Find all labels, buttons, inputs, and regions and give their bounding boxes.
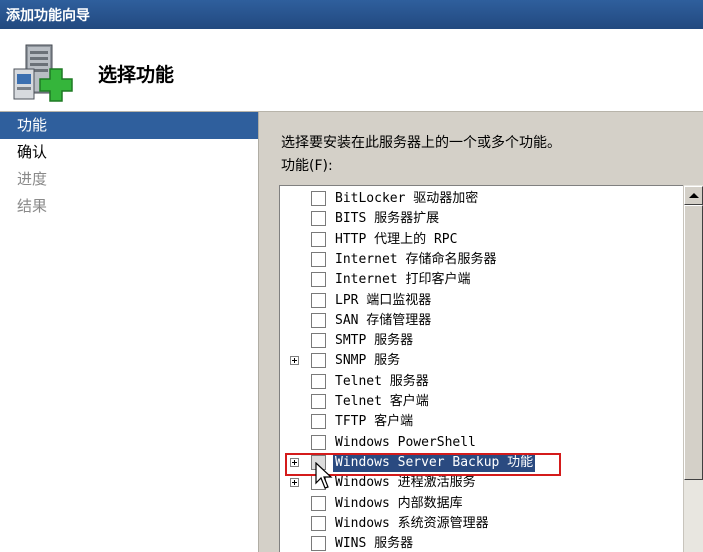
feature-row[interactable]: Telnet 客户端 (280, 392, 684, 412)
feature-label: Telnet 服务器 (335, 373, 429, 389)
feature-checkbox[interactable] (311, 353, 326, 369)
feature-row[interactable]: SNMP 服务 (280, 351, 684, 371)
features-tree[interactable]: BitLocker 驱动器加密 BITS 服务器扩展 HTTP 代理上的 RPC In… (279, 185, 703, 552)
feature-checkbox[interactable] (311, 394, 326, 409)
feature-checkbox[interactable] (311, 211, 326, 227)
feature-label: TFTP 客户端 (335, 414, 414, 430)
feature-row[interactable]: HTTP 代理上的 RPC (280, 230, 684, 250)
feature-label: WINS 服务器 (335, 536, 414, 552)
feature-row[interactable]: LPR 端口监视器 (280, 291, 684, 311)
nav-item-features[interactable]: 功能 (0, 112, 258, 139)
feature-label: Internet 存储命名服务器 (335, 251, 497, 267)
feature-row[interactable]: Windows 内部数据库 (280, 494, 684, 514)
feature-label: Windows 内部数据库 (335, 495, 463, 511)
feature-label: SAN 存储管理器 (335, 312, 432, 328)
expand-plus-icon[interactable] (290, 356, 299, 366)
feature-checkbox[interactable] (311, 454, 326, 470)
feature-checkbox[interactable] (311, 475, 326, 491)
feature-label: SNMP 服务 (335, 353, 401, 369)
expand-plus-icon[interactable] (290, 457, 299, 467)
page-title: 选择功能 (98, 64, 175, 86)
feature-label: Windows 进程激活服务 (335, 475, 476, 491)
feature-row[interactable]: Internet 存储命名服务器 (280, 250, 684, 270)
feature-row[interactable]: Windows 系统资源管理器 (280, 514, 684, 534)
window-title-bar: 添加功能向导 (0, 0, 703, 29)
feature-row[interactable]: SAN 存储管理器 (280, 311, 684, 331)
nav-item-results: 结果 (17, 197, 48, 215)
feature-label: BitLocker 驱动器加密 (335, 191, 479, 206)
scroll-up-button[interactable] (684, 186, 703, 205)
feature-label: Internet 打印客户端 (335, 272, 471, 288)
feature-row[interactable]: Internet 打印客户端 (280, 270, 684, 290)
feature-label: BITS 服务器扩展 (335, 211, 440, 227)
feature-label: HTTP 代理上的 RPC (335, 231, 458, 247)
feature-row[interactable]: Windows 进程激活服务 (280, 473, 684, 493)
feature-checkbox[interactable] (311, 515, 326, 531)
nav-item-confirmation[interactable]: 确认 (0, 139, 258, 166)
wizard-header: 选择功能 (0, 29, 703, 112)
feature-checkbox[interactable] (311, 333, 326, 349)
feature-row[interactable]: TFTP 客户端 (280, 412, 684, 432)
feature-checkbox[interactable] (311, 536, 326, 552)
window-title: 添加功能向导 (6, 8, 90, 24)
feature-label: Telnet 客户端 (335, 394, 429, 409)
feature-checkbox[interactable] (311, 434, 326, 450)
feature-checkbox[interactable] (311, 272, 326, 288)
feature-checkbox[interactable] (311, 292, 326, 308)
feature-row[interactable]: Windows Server Backup 功能 (280, 453, 684, 473)
feature-row[interactable]: Telnet 服务器 (280, 372, 684, 392)
feature-row[interactable]: SMTP 服务器 (280, 331, 684, 351)
feature-label: Windows Server Backup 功能 (333, 453, 536, 472)
feature-checkbox[interactable] (311, 191, 326, 206)
feature-row[interactable]: BitLocker 驱动器加密 (280, 189, 684, 209)
feature-checkbox[interactable] (311, 495, 326, 511)
scroll-thumb[interactable] (684, 205, 703, 480)
feature-checkbox[interactable] (311, 251, 326, 267)
features-list-label: 功能(F): (281, 158, 333, 174)
feature-checkbox[interactable] (311, 414, 326, 430)
feature-checkbox[interactable] (311, 373, 326, 389)
feature-row[interactable]: Windows PowerShell (280, 433, 684, 453)
feature-row[interactable]: WINS 服务器 (280, 534, 684, 552)
instruction-text: 选择要安装在此服务器上的一个或多个功能。 (281, 135, 561, 151)
feature-label: SMTP 服务器 (335, 333, 414, 349)
feature-checkbox[interactable] (311, 231, 326, 247)
feature-checkbox[interactable] (311, 312, 326, 328)
server-add-icon (13, 44, 73, 102)
feature-label: Windows 系统资源管理器 (335, 515, 489, 531)
feature-label: LPR 端口监视器 (335, 292, 432, 308)
feature-label: Windows PowerShell (335, 434, 476, 450)
features-scrollbar[interactable] (683, 185, 703, 552)
nav-item-progress: 进度 (17, 170, 48, 188)
expand-plus-icon[interactable] (290, 478, 299, 488)
wizard-steps-nav: 功能 确认 进度 结果 (0, 112, 259, 552)
feature-row[interactable]: BITS 服务器扩展 (280, 209, 684, 229)
